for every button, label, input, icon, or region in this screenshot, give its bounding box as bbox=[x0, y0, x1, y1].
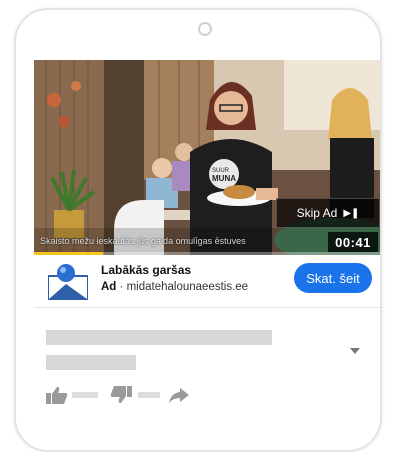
like-count-placeholder bbox=[72, 392, 98, 398]
skip-ad-label: Skip Ad bbox=[296, 206, 338, 220]
ad-source-line: Ad · midatehalounaeestis.ee bbox=[101, 281, 248, 293]
skip-ad-button[interactable]: Skip Ad ▶❚ bbox=[276, 198, 380, 228]
ad-badge: Ad bbox=[101, 281, 117, 293]
share-icon[interactable] bbox=[168, 386, 190, 404]
ad-domain[interactable]: midatehalounaeestis.ee bbox=[127, 281, 248, 293]
ad-info-bar[interactable]: Labākās garšas Ad · midatehalounaeestis.… bbox=[34, 255, 380, 308]
dislike-placeholder bbox=[138, 392, 160, 398]
front-camera bbox=[198, 22, 212, 36]
skip-next-icon: ▶❚ bbox=[343, 207, 360, 219]
thumbs-down-icon[interactable] bbox=[110, 386, 132, 404]
advertiser-logo-icon bbox=[48, 264, 88, 300]
video-title-placeholder bbox=[46, 330, 272, 345]
ad-video[interactable]: SUUR MUNA Skaisto mežu ieskautās jūs gai… bbox=[34, 60, 380, 255]
video-meta-placeholder bbox=[46, 355, 136, 370]
shirt-text-2: MUNA bbox=[212, 174, 236, 183]
ad-title: Labākās garšas bbox=[101, 263, 192, 277]
ad-separator: · bbox=[119, 281, 124, 293]
visit-site-button[interactable]: Skat. šeit bbox=[294, 263, 372, 293]
thumbs-up-icon[interactable] bbox=[46, 386, 68, 404]
video-subtitle: Skaisto mežu ieskautās jūs gaida omulīga… bbox=[40, 236, 246, 246]
ad-time-remaining: 00:41 bbox=[328, 232, 378, 252]
phone-screen: SUUR MUNA Skaisto mežu ieskautās jūs gai… bbox=[34, 60, 380, 419]
chevron-down-icon[interactable] bbox=[350, 348, 360, 354]
